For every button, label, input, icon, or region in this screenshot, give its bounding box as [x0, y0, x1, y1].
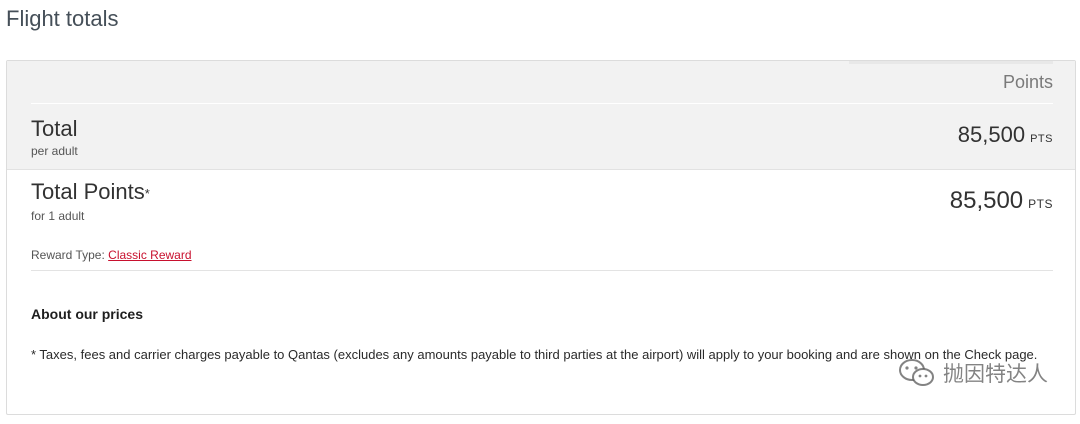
points-column-header: Points: [1002, 72, 1053, 92]
footnote-star: *: [144, 186, 150, 201]
about-prices-text: * Taxes, fees and carrier charges payabl…: [31, 347, 1038, 362]
section-divider: [31, 270, 1053, 271]
total-label: Total: [31, 116, 78, 141]
about-prices-heading: About our prices: [31, 306, 144, 322]
page-title: Flight totals: [6, 6, 119, 31]
total-per-adult-label: per adult: [31, 144, 78, 158]
reward-type-label: Reward Type:: [31, 248, 109, 262]
total-points-amount: 85,500 PTS: [950, 187, 1053, 215]
watermark-text: 抛因特达人: [943, 362, 1048, 386]
total-amount-value: 85,500: [957, 122, 1026, 147]
total-points-subtitle: for 1 adult: [31, 209, 85, 223]
total-points-title: Total Points: [31, 179, 145, 204]
reward-type-line: Reward Type: Classic Reward: [31, 248, 192, 262]
total-points-label: Total Points*: [31, 179, 150, 205]
flight-totals-page: Flight totals Points Total per adult 85,…: [0, 0, 1080, 424]
total-points-unit: PTS: [1028, 197, 1053, 211]
classic-reward-link[interactable]: Classic Reward: [108, 248, 191, 262]
total-amount-unit: PTS: [1030, 133, 1053, 145]
column-header-strip: [849, 61, 1053, 64]
total-amount: 85,500 PTS: [958, 122, 1053, 148]
total-points-value: 85,500: [949, 187, 1024, 214]
header-divider: [31, 103, 1053, 104]
total-summary-panel: Points Total per adult 85,500 PTS: [7, 61, 1075, 170]
watermark: 抛因特达人: [897, 358, 1048, 388]
wechat-icon: [899, 359, 934, 386]
